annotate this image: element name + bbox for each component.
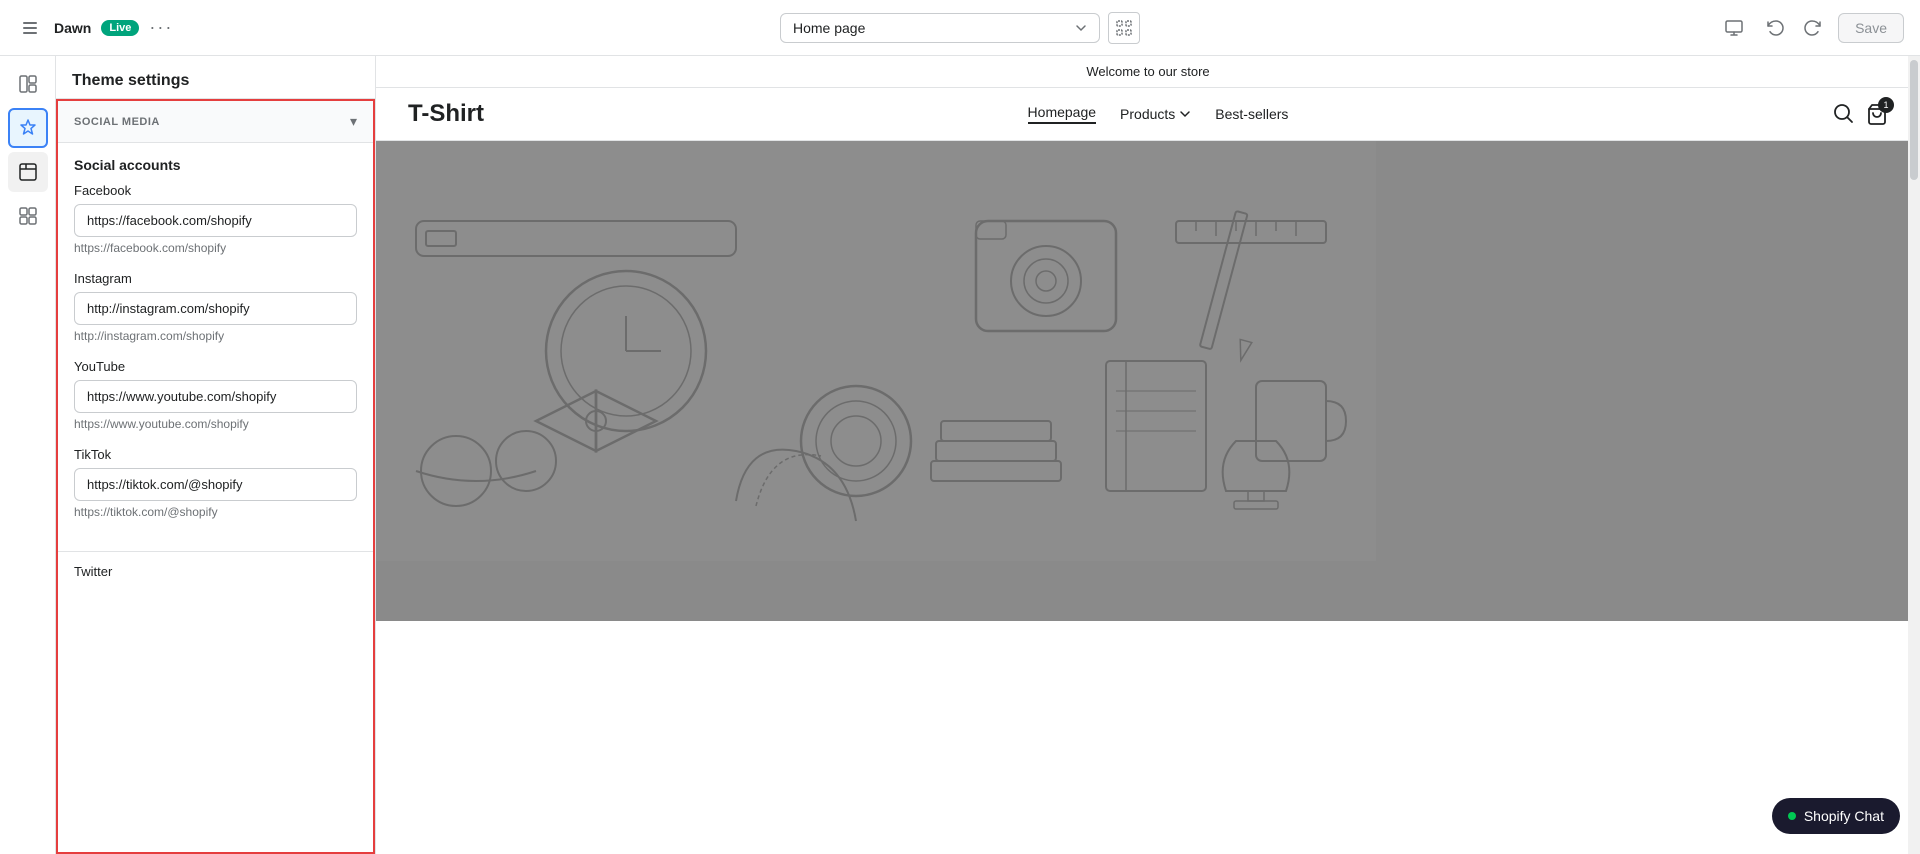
sidebar-item-app-blocks[interactable] [8, 196, 48, 236]
desktop-icon [1724, 18, 1744, 38]
customizer-icon [18, 118, 38, 138]
youtube-hint: https://www.youtube.com/shopify [74, 417, 357, 431]
nav-link-bestsellers[interactable]: Best-sellers [1215, 106, 1288, 122]
section-header-title: SOCIAL MEDIA [74, 116, 160, 128]
redo-button[interactable] [1798, 12, 1830, 44]
store-logo: T-Shirt [408, 100, 484, 128]
main-layout: Theme settings SOCIAL MEDIA ▾ Social acc… [0, 56, 1920, 854]
facebook-form-group: Facebook https://facebook.com/shopify [74, 183, 357, 255]
store-nav-icons: 1 [1832, 102, 1888, 127]
page-selector-value: Home page [793, 20, 865, 36]
youtube-label: YouTube [74, 359, 357, 374]
preview-frame: Welcome to our store T-Shirt Homepage Pr… [376, 56, 1920, 854]
section-content: Social accounts Facebook https://faceboo… [58, 143, 373, 551]
store-hero-banner [376, 141, 1920, 621]
tiktok-label: TikTok [74, 447, 357, 462]
facebook-hint: https://facebook.com/shopify [74, 241, 357, 255]
facebook-label: Facebook [74, 183, 357, 198]
nav-link-products[interactable]: Products [1120, 106, 1191, 122]
announcement-text: Welcome to our store [1086, 64, 1209, 79]
live-status-badge: Live [101, 20, 139, 36]
sidebar-item-theme-settings[interactable] [8, 152, 48, 192]
nav-products-label: Products [1120, 106, 1175, 122]
sidebar-item-customizer[interactable] [8, 108, 48, 148]
redo-icon [1804, 18, 1824, 38]
section-chevron-icon: ▾ [350, 113, 357, 130]
chat-label: Shopify Chat [1804, 808, 1884, 824]
preview-area: Welcome to our store T-Shirt Homepage Pr… [376, 56, 1920, 854]
settings-panel-title: Theme settings [72, 72, 359, 90]
subsection-title: Social accounts [74, 143, 357, 183]
sidebar-toggle-button[interactable] [16, 14, 44, 42]
topbar-left: Dawn Live ··· [16, 14, 216, 42]
hero-illustration [376, 141, 1376, 561]
sections-icon [1116, 20, 1132, 36]
store-announcement-bar: Welcome to our store [376, 56, 1920, 88]
undo-icon [1764, 18, 1784, 38]
tiktok-input[interactable] [74, 468, 357, 501]
settings-panel: Theme settings SOCIAL MEDIA ▾ Social acc… [56, 56, 376, 854]
cart-button[interactable]: 1 [1866, 103, 1888, 125]
cart-badge: 1 [1878, 97, 1894, 113]
theme-settings-icon [18, 162, 38, 182]
topbar: Dawn Live ··· Home page [0, 0, 1920, 56]
tiktok-form-group: TikTok https://tiktok.com/@shopify [74, 447, 357, 519]
facebook-input[interactable] [74, 204, 357, 237]
social-media-section: SOCIAL MEDIA ▾ Social accounts Facebook … [56, 99, 375, 854]
store-nav: T-Shirt Homepage Products Best-sellers [376, 88, 1920, 141]
topbar-right: Save [1704, 12, 1904, 44]
icon-sidebar [0, 56, 56, 854]
app-blocks-icon [18, 206, 38, 226]
page-selector-dropdown[interactable]: Home page [780, 13, 1100, 43]
preview-scrollbar-thumb [1910, 60, 1918, 180]
topbar-more-button[interactable]: ··· [149, 17, 173, 38]
chat-online-dot [1788, 812, 1796, 820]
products-chevron-icon [1179, 108, 1191, 120]
youtube-form-group: YouTube https://www.youtube.com/shopify [74, 359, 357, 431]
tiktok-hint: https://tiktok.com/@shopify [74, 505, 357, 519]
preview-scrollbar[interactable] [1908, 56, 1920, 854]
undo-button[interactable] [1758, 12, 1790, 44]
instagram-hint: http://instagram.com/shopify [74, 329, 357, 343]
twitter-label: Twitter [58, 551, 373, 591]
instagram-form-group: Instagram http://instagram.com/shopify [74, 271, 357, 343]
theme-name-label: Dawn [54, 20, 91, 36]
search-button[interactable] [1832, 102, 1854, 127]
chevron-down-icon [1075, 22, 1087, 34]
youtube-input[interactable] [74, 380, 357, 413]
instagram-label: Instagram [74, 271, 357, 286]
settings-panel-header: Theme settings [56, 56, 375, 99]
save-button[interactable]: Save [1838, 13, 1904, 43]
store-nav-links: Homepage Products Best-sellers [1028, 104, 1289, 124]
section-header-social-media[interactable]: SOCIAL MEDIA ▾ [58, 101, 373, 143]
nav-link-homepage[interactable]: Homepage [1028, 104, 1097, 124]
instagram-input[interactable] [74, 292, 357, 325]
sidebar-item-layout[interactable] [8, 64, 48, 104]
chat-widget[interactable]: Shopify Chat [1772, 798, 1900, 834]
search-icon [1832, 102, 1854, 124]
layout-icon [18, 74, 38, 94]
desktop-view-button[interactable] [1718, 12, 1750, 44]
topbar-center: Home page [228, 12, 1692, 44]
grid-view-button[interactable] [1108, 12, 1140, 44]
